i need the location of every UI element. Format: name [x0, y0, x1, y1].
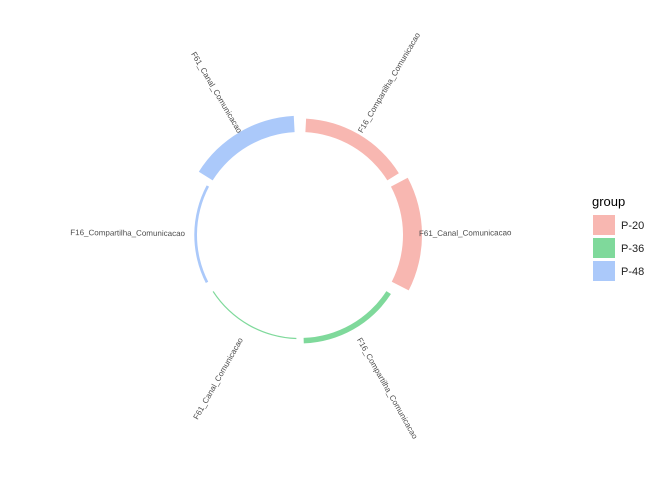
legend-title: group [592, 194, 625, 209]
arc-p-48-f16 [194, 185, 210, 283]
legend-label-p36: P-36 [621, 243, 644, 255]
label-layer: F16_Compartilha_Comunicacao F61_Canal_Com… [70, 31, 512, 441]
legend-swatch-p36 [593, 238, 615, 258]
category-label-p-36-f16: F16_Compartilha_Comunicacao [355, 336, 420, 441]
arc-p-36-f16 [303, 291, 391, 344]
arc-p-48-f61 [198, 115, 295, 181]
arc-p-20-f16 [305, 118, 399, 181]
arc-p-36-f61 [212, 291, 297, 340]
legend-label-p20: P-20 [621, 220, 644, 232]
legend-swatch-p48 [593, 261, 615, 281]
category-label-p-20-f61: F61_Canal_Comunicacao [419, 228, 512, 238]
arc-p-20-f61 [390, 177, 422, 291]
circular-bar-chart: F16_Compartilha_Comunicacao F61_Canal_Com… [70, 31, 644, 441]
category-label-p-36-f61: F61_Canal_Comunicacao [192, 336, 246, 421]
arc-layer [194, 115, 422, 344]
category-label-p-48-f61: F61_Canal_Comunicacao [189, 50, 244, 135]
legend-swatch-p20 [593, 215, 615, 235]
category-label-p-20-f16: F16_Compartilha_Comunicacao [356, 31, 422, 135]
category-label-p-48-f16: F16_Compartilha_Comunicacao [70, 228, 185, 238]
legend: group P-20 P-36 P-48 [592, 194, 644, 281]
legend-label-p48: P-48 [621, 266, 644, 278]
